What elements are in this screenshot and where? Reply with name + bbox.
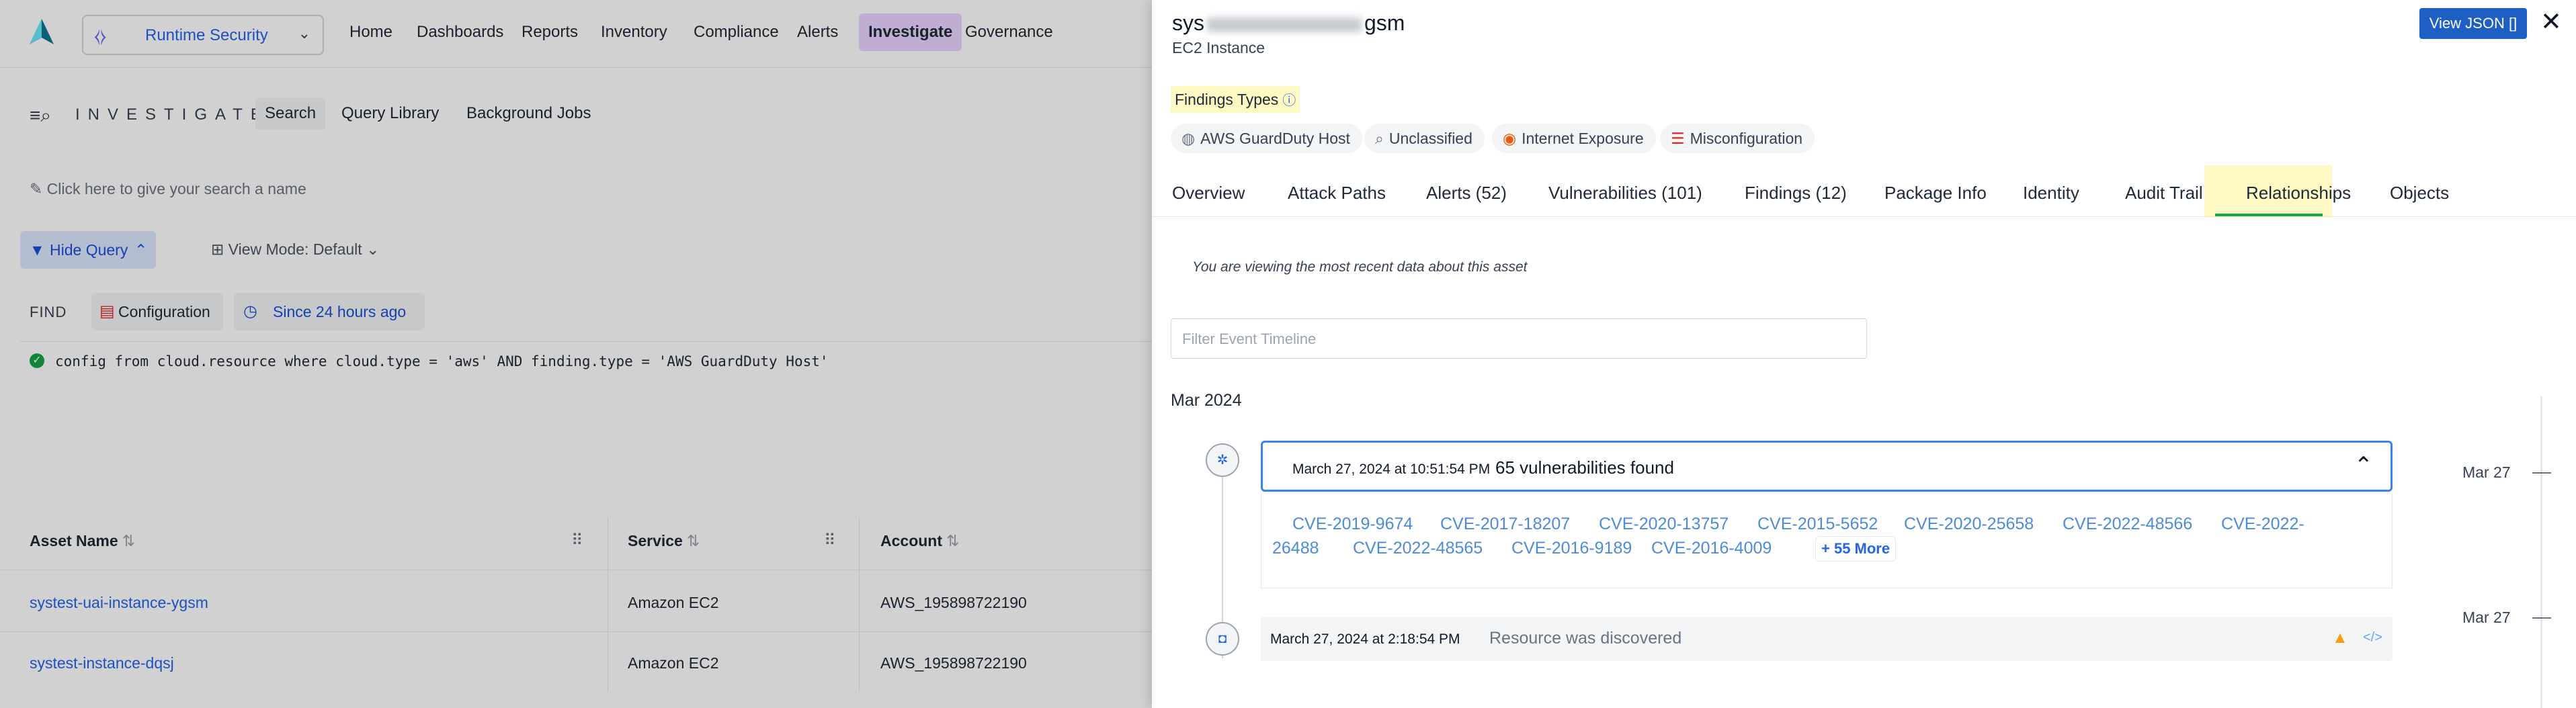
event-text: 65 vulnerabilities found (1495, 457, 1674, 478)
tab-overview[interactable]: Overview (1172, 183, 1245, 204)
modal-backdrop[interactable] (0, 0, 1152, 708)
asset-type: EC2 Instance (1172, 39, 1265, 56)
warning-icon: ▲ (2332, 629, 2348, 647)
shield-icon: ◍ (1181, 130, 1196, 147)
background-app: ⧼⧽ Runtime Security ⌄ Home Dashboards Re… (0, 0, 1152, 708)
code-icon[interactable]: </> (2363, 630, 2382, 646)
view-json-button[interactable]: View JSON [] (2419, 8, 2527, 39)
cve-link[interactable]: CVE-2020-13757 (1599, 515, 1729, 534)
asset-title: sys gsm (1172, 11, 1405, 36)
asset-detail-drawer: sys gsm EC2 Instance View JSON [] ✕ Findi… (1152, 0, 2576, 708)
filter-placeholder: Filter Event Timeline (1182, 330, 1317, 347)
findings-types-text: Findings Types (1175, 91, 1279, 108)
cve-link[interactable]: CVE-2020-25658 (1904, 515, 2034, 534)
tab-identity[interactable]: Identity (2023, 183, 2079, 204)
timeline-tick (2532, 617, 2551, 619)
findings-types-label: Findings Types ⓘ (1171, 86, 1300, 113)
tab-vulnerabilities[interactable]: Vulnerabilities (101) (1548, 183, 1702, 204)
event-details: CVE-2019-9674 CVE-2017-18207 CVE-2020-13… (1261, 493, 2393, 588)
finding-tag[interactable]: ☰ Misconfiguration (1660, 124, 1815, 153)
info-icon[interactable]: ⓘ (1282, 93, 1296, 108)
cve-link[interactable]: CVE-2019-9674 (1292, 515, 1413, 534)
finding-tag-label: AWS GuardDuty Host (1200, 130, 1350, 147)
event-side-date: Mar 27 (2462, 609, 2511, 626)
event-text: Resource was discovered (1489, 629, 1682, 648)
tab-alerts[interactable]: Alerts (52) (1426, 183, 1507, 204)
tab-attack-paths[interactable]: Attack Paths (1288, 183, 1386, 204)
event-timestamp: March 27, 2024 at 10:51:54 PM (1292, 461, 1491, 477)
asset-title-prefix: sys (1172, 11, 1204, 35)
event-side-date: Mar 27 (2462, 463, 2511, 481)
filter-event-timeline-input[interactable]: Filter Event Timeline (1171, 318, 1867, 359)
search-icon: ⌕ (1375, 130, 1384, 147)
finding-tag-label: Misconfiguration (1690, 130, 1803, 147)
event-timestamp: March 27, 2024 at 2:18:54 PM (1270, 631, 1460, 647)
timeline-tick (2532, 472, 2551, 474)
timeline-month: Mar 2024 (1171, 391, 1242, 410)
tab-objects[interactable]: Objects (2390, 183, 2449, 204)
cve-link[interactable]: CVE-2022- (2221, 515, 2304, 534)
cve-link[interactable]: CVE-2022-48565 (1353, 539, 1483, 558)
vulnerability-event-icon: ✲ (1206, 443, 1239, 477)
cve-link[interactable]: CVE-2022-48566 (2063, 515, 2192, 534)
more-cves-button[interactable]: + 55 More (1815, 536, 1897, 562)
close-icon[interactable]: ✕ (2540, 7, 2562, 37)
tab-relationships[interactable]: Relationships (2246, 183, 2351, 204)
tab-audit-trail[interactable]: Audit Trail (2125, 183, 2203, 204)
finding-tag[interactable]: ⌕ Unclassified (1364, 124, 1485, 153)
finding-tag-label: Unclassified (1388, 130, 1472, 147)
recent-data-note: You are viewing the most recent data abo… (1192, 259, 1528, 275)
tabs-divider (1152, 216, 2576, 217)
cve-link[interactable]: CVE-2017-18207 (1440, 515, 1570, 534)
cve-link[interactable]: CVE-2015-5652 (1757, 515, 1878, 534)
finding-tag-label: Internet Exposure (1522, 130, 1644, 147)
scrollbar[interactable] (2540, 396, 2542, 708)
finding-tag[interactable]: ◍ AWS GuardDuty Host (1171, 124, 1362, 153)
globe-icon: ◉ (1503, 130, 1517, 147)
tab-package-info[interactable]: Package Info (1884, 183, 1987, 204)
finding-tag[interactable]: ◉ Internet Exposure (1492, 124, 1656, 153)
cve-link[interactable]: 26488 (1272, 539, 1319, 558)
chevron-up-icon[interactable]: ⌃ (2354, 452, 2374, 479)
cve-link[interactable]: CVE-2016-4009 (1651, 539, 1772, 558)
tab-findings[interactable]: Findings (12) (1745, 183, 1847, 204)
cve-link[interactable]: CVE-2016-9189 (1511, 539, 1632, 558)
settings-sliders-icon: ☰ (1671, 130, 1685, 147)
redacted-text (1207, 17, 1362, 32)
camera-icon: ◘ (1206, 622, 1239, 656)
asset-title-suffix: gsm (1364, 11, 1405, 35)
timeline-event[interactable]: March 27, 2024 at 10:51:54 PM 65 vulnera… (1261, 441, 2393, 492)
timeline-event[interactable]: March 27, 2024 at 2:18:54 PM Resource wa… (1261, 617, 2393, 661)
